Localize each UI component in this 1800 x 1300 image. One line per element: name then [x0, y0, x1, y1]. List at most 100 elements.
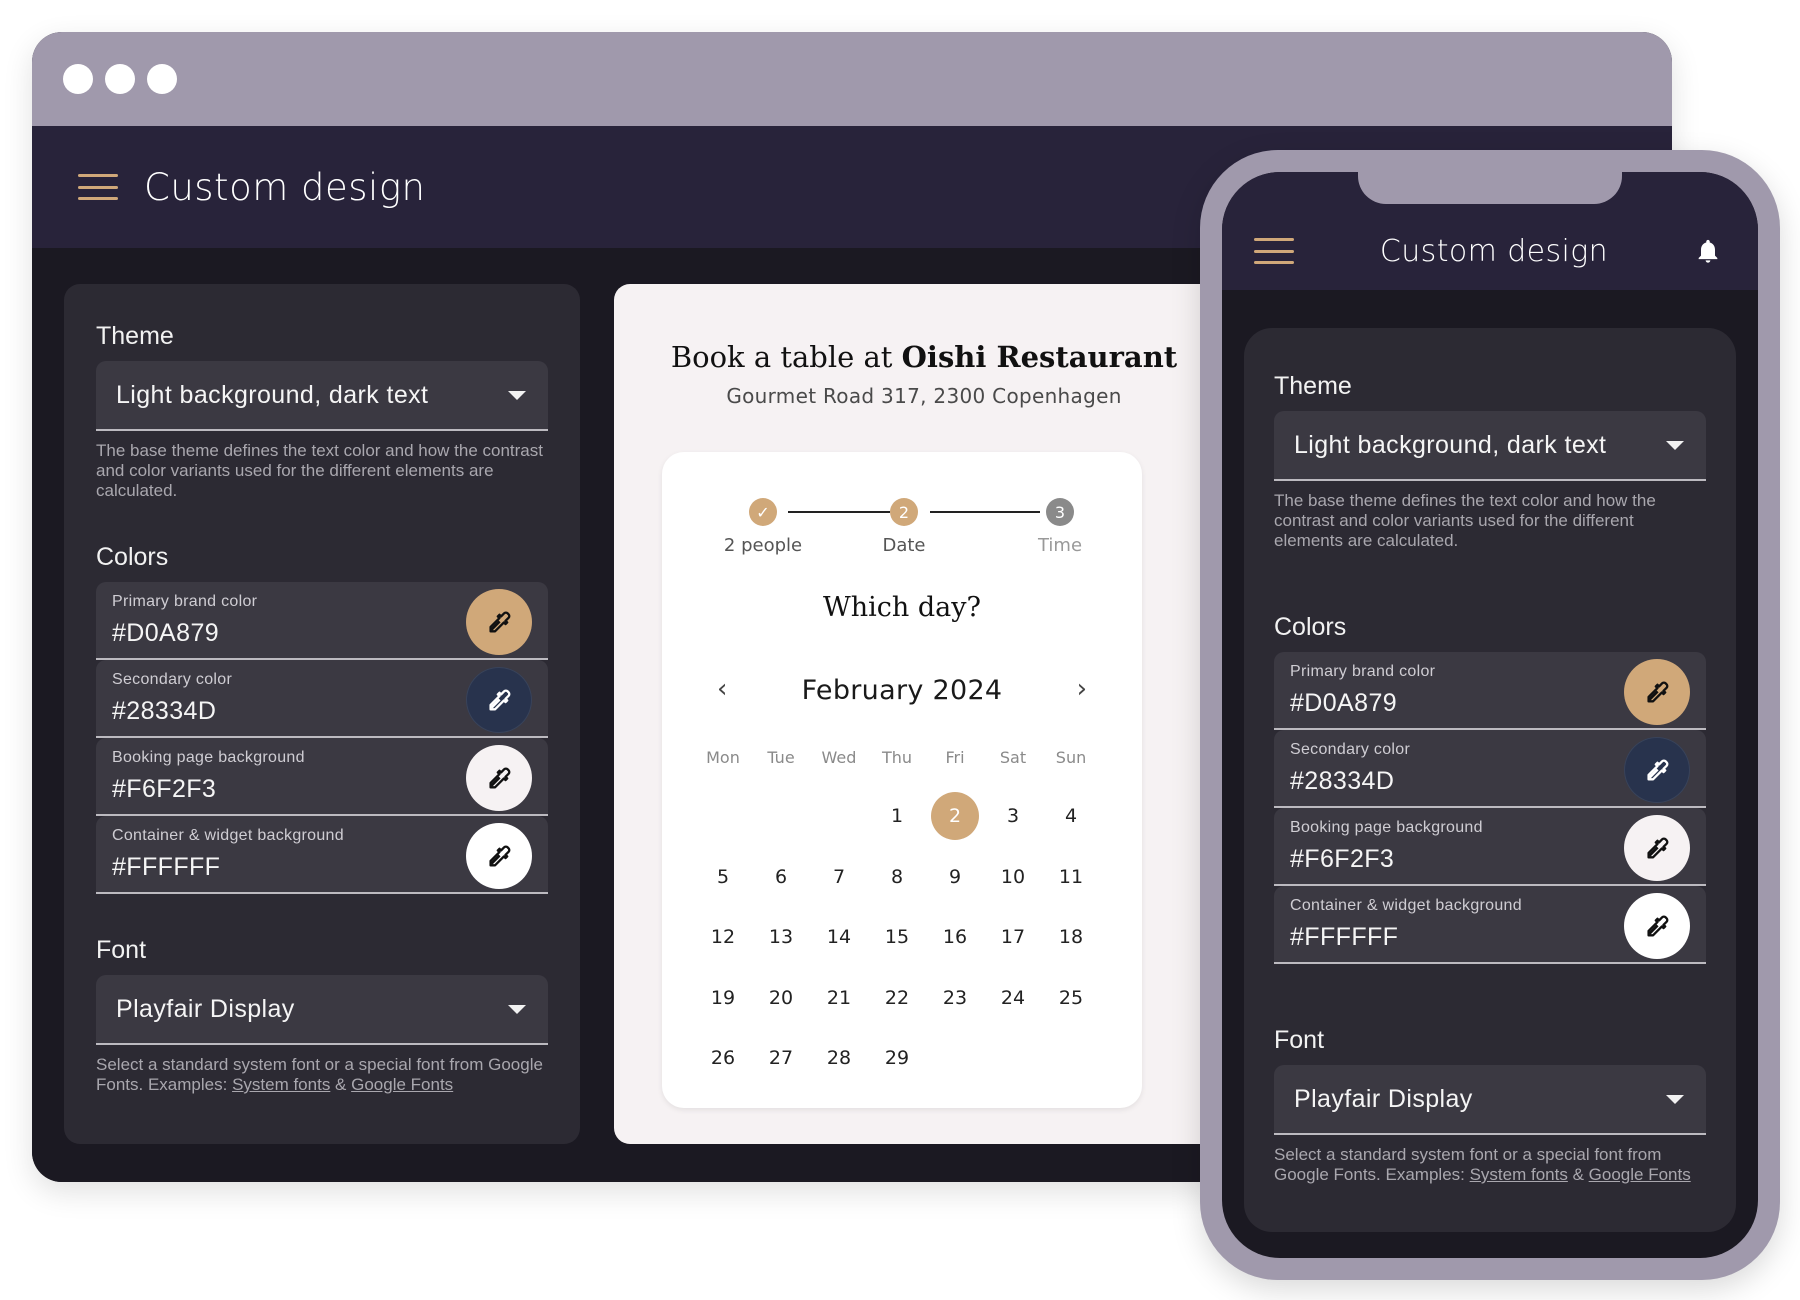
system-fonts-link[interactable]: System fonts	[1470, 1165, 1568, 1184]
calendar-cell: 13	[752, 913, 810, 961]
calendar-week: 26 27 28 29	[694, 1028, 1100, 1089]
calendar-day-selected[interactable]: 2	[931, 792, 979, 841]
hamburger-menu-icon[interactable]	[78, 174, 118, 200]
color-field[interactable]: Secondary color #28334D	[96, 660, 548, 738]
calendar-cell: 28	[810, 1034, 868, 1082]
color-picker-button[interactable]	[1624, 659, 1690, 725]
theme-helper-text: The base theme defines the text color an…	[96, 441, 543, 500]
dropdown-arrow-icon	[508, 390, 526, 400]
color-picker-button[interactable]	[466, 589, 532, 655]
google-fonts-link[interactable]: Google Fonts	[1589, 1165, 1691, 1184]
calendar-day[interactable]: 15	[873, 913, 921, 961]
color-picker-button[interactable]	[1624, 737, 1690, 803]
font-helper-separator: &	[330, 1075, 352, 1094]
calendar-cell: 7	[810, 853, 868, 901]
color-picker-button[interactable]	[466, 745, 532, 811]
calendar-cell: 10	[984, 853, 1042, 901]
calendar-cell: 15	[868, 913, 926, 961]
color-picker-button[interactable]	[466, 667, 532, 733]
colors-section: Colors Primary brand color #D0A879 Seconda…	[1274, 613, 1706, 964]
calendar-day[interactable]: 18	[1047, 913, 1095, 961]
calendar-day[interactable]: 17	[989, 913, 1037, 961]
calendar-week: 5 6 7 8 9 10 11	[694, 847, 1100, 908]
color-field[interactable]: Container & widget background #FFFFFF	[1274, 886, 1706, 964]
calendar-day[interactable]: 9	[931, 853, 979, 901]
color-field[interactable]: Booking page background #F6F2F3	[1274, 808, 1706, 886]
eyedropper-icon	[489, 689, 511, 711]
calendar-day[interactable]: 22	[873, 974, 921, 1022]
calendar-day[interactable]: 24	[989, 974, 1037, 1022]
calendar-day[interactable]: 5	[699, 853, 747, 901]
chevron-left-icon[interactable]: ‹	[717, 674, 727, 704]
font-section: Font Playfair Display Select a standard …	[96, 936, 548, 1095]
color-fields: Primary brand color #D0A879 Secondary colo…	[1274, 652, 1706, 964]
calendar-day[interactable]: 1	[873, 792, 921, 840]
check-icon: ✓	[749, 498, 777, 526]
font-select[interactable]: Playfair Display	[1274, 1065, 1706, 1135]
theme-select[interactable]: Light background, dark text	[1274, 411, 1706, 481]
color-field[interactable]: Primary brand color #D0A879	[96, 582, 548, 660]
month-navigation: ‹ February 2024 ›	[662, 670, 1142, 710]
step-date[interactable]: 2 Date	[839, 498, 969, 556]
step-people[interactable]: ✓ 2 people	[698, 498, 828, 556]
calendar-cell: 8	[868, 853, 926, 901]
window-dot-maximize[interactable]	[147, 64, 177, 94]
chevron-right-icon[interactable]: ›	[1077, 674, 1087, 704]
calendar-cell: 27	[752, 1034, 810, 1082]
calendar-day[interactable]: 29	[873, 1034, 921, 1082]
page-title: Custom design	[1379, 233, 1609, 269]
system-fonts-link[interactable]: System fonts	[232, 1075, 330, 1094]
step-time[interactable]: 3 Time	[995, 498, 1125, 556]
calendar-day[interactable]: 3	[989, 792, 1037, 840]
google-fonts-link[interactable]: Google Fonts	[351, 1075, 453, 1094]
calendar-day[interactable]: 12	[699, 913, 747, 961]
calendar-day[interactable]: 16	[931, 913, 979, 961]
font-select[interactable]: Playfair Display	[96, 975, 548, 1045]
calendar-day[interactable]: 21	[815, 974, 863, 1022]
weekday-label: Sun	[1055, 747, 1087, 767]
calendar-day[interactable]: 26	[699, 1034, 747, 1082]
color-picker-button[interactable]	[466, 823, 532, 889]
theme-select-value: Light background, dark text	[1294, 430, 1607, 459]
window-dot-close[interactable]	[63, 64, 93, 94]
calendar-day[interactable]: 14	[815, 913, 863, 961]
calendar-day[interactable]: 6	[757, 853, 805, 901]
font-helper-text: Select a standard system font or a speci…	[1274, 1145, 1706, 1185]
theme-select[interactable]: Light background, dark text	[96, 361, 548, 431]
calendar-day[interactable]: 11	[1047, 853, 1095, 901]
calendar-day[interactable]: 27	[757, 1034, 805, 1082]
calendar-day[interactable]: 8	[873, 853, 921, 901]
color-field[interactable]: Container & widget background #FFFFFF	[96, 816, 548, 894]
calendar-day[interactable]: 19	[699, 974, 747, 1022]
month-label: February 2024	[801, 674, 1003, 706]
restaurant-name: Oishi Restaurant	[901, 340, 1178, 374]
color-picker-button[interactable]	[1624, 893, 1690, 959]
calendar-day[interactable]: 23	[931, 974, 979, 1022]
calendar-day[interactable]: 10	[989, 853, 1037, 901]
color-field[interactable]: Primary brand color #D0A879	[1274, 652, 1706, 730]
theme-section: Theme Light background, dark text The ba…	[1274, 372, 1706, 551]
bell-icon[interactable]	[1694, 236, 1722, 266]
calendar-day[interactable]: 28	[815, 1034, 863, 1082]
calendar-day[interactable]: 7	[815, 853, 863, 901]
phone-mockup: Custom design Theme Light background, da…	[1200, 150, 1780, 1280]
weekday-label: Sat	[999, 747, 1027, 767]
weekday-label: Tue	[767, 747, 795, 767]
color-field[interactable]: Booking page background #F6F2F3	[96, 738, 548, 816]
dropdown-arrow-icon	[1666, 1094, 1684, 1104]
hamburger-menu-icon[interactable]	[1254, 238, 1294, 264]
eyedropper-icon	[489, 767, 511, 789]
calendar-cell: 14	[810, 913, 868, 961]
font-section: Font Playfair Display Select a standard …	[1274, 1026, 1706, 1185]
color-field[interactable]: Secondary color #28334D	[1274, 730, 1706, 808]
calendar-week: 12 13 14 15 16 17 18	[694, 907, 1100, 968]
window-dot-minimize[interactable]	[105, 64, 135, 94]
calendar-day[interactable]: 13	[757, 913, 805, 961]
color-picker-button[interactable]	[1624, 815, 1690, 881]
font-helper-separator: &	[1567, 1165, 1589, 1184]
calendar-day[interactable]: 20	[757, 974, 805, 1022]
calendar-day[interactable]: 4	[1047, 792, 1095, 840]
restaurant-address: Gourmet Road 317, 2300 Copenhagen	[726, 384, 1122, 408]
font-helper-text: Select a standard system font or a speci…	[96, 1055, 548, 1095]
calendar-day[interactable]: 25	[1047, 974, 1095, 1022]
